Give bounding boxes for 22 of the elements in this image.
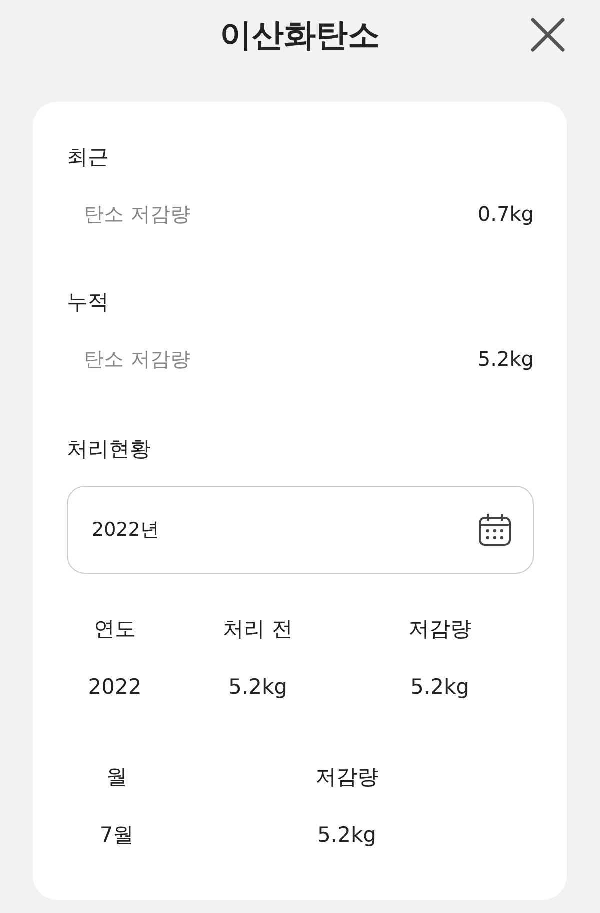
table-cell: 2022 (88, 675, 142, 699)
column-header: 처리 전 (223, 617, 293, 641)
close-icon (530, 17, 566, 53)
row-label: 탄소 저감량 (84, 346, 190, 373)
row-value: 0.7kg (478, 201, 534, 228)
section-heading: 최근 (67, 144, 110, 171)
column-header: 저감량 (316, 765, 378, 789)
row-value: 5.2kg (478, 346, 534, 373)
table-cell: 5.2kg (410, 675, 470, 699)
section-heading: 처리현황 (67, 436, 152, 463)
page-title: 이산화탄소 (220, 15, 380, 56)
table-cell: 5.2kg (228, 675, 288, 699)
column-header: 월 (106, 765, 128, 789)
table-cell: 7월 (100, 823, 134, 847)
table-cell: 5.2kg (318, 823, 376, 847)
column-header: 연도 (94, 617, 136, 641)
date-field[interactable]: 2022년 (67, 486, 534, 574)
column-header: 저감량 (408, 617, 472, 641)
close-button[interactable] (530, 17, 566, 53)
calendar-icon[interactable] (478, 513, 512, 547)
section-heading: 누적 (67, 289, 110, 316)
row-label: 탄소 저감량 (84, 201, 190, 228)
